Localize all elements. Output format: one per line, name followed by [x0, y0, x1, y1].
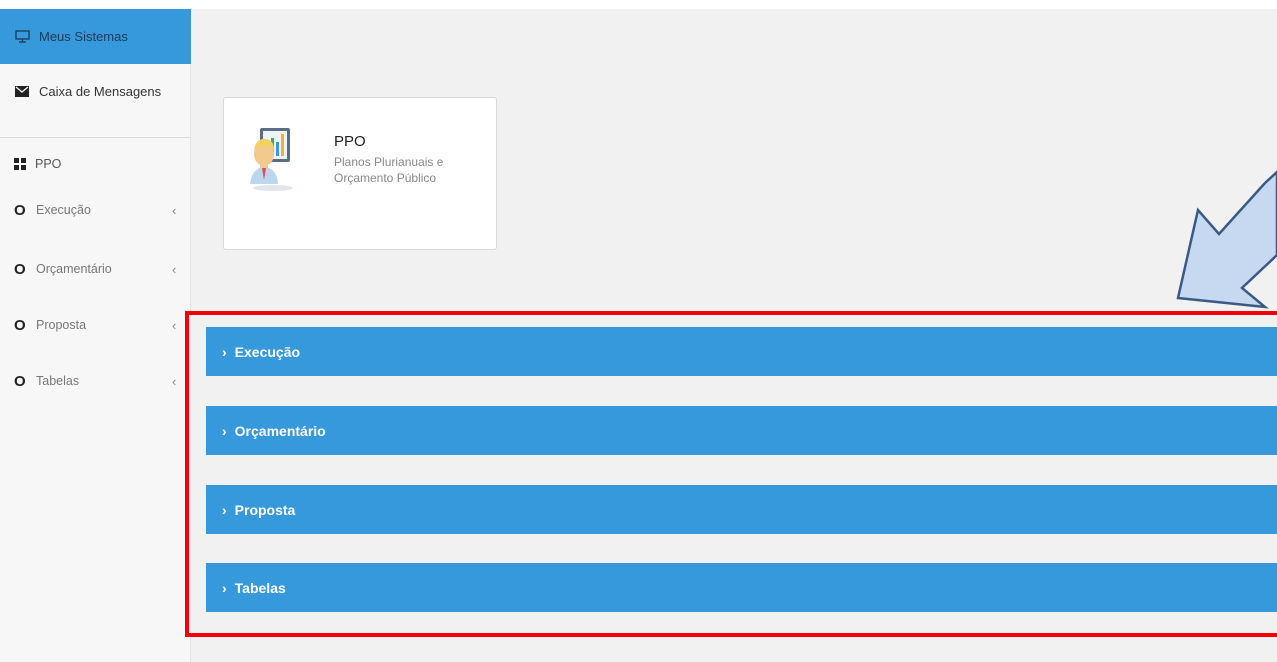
- sidebar-item-orcamentario[interactable]: O Orçamentário ‹: [0, 249, 191, 289]
- accordion-label: Tabelas: [234, 579, 286, 596]
- sidebar-item-label: Caixa de Mensagens: [39, 83, 162, 99]
- sidebar-item-label: Tabelas: [36, 374, 80, 388]
- system-card-ppo[interactable]: PPO Planos Plurianuais e Orçamento Públi…: [223, 97, 497, 250]
- sidebar-item-label: Execução: [36, 203, 91, 217]
- accordion-label: Proposta: [234, 501, 296, 518]
- accordion-orcamentario[interactable]: › Orçamentário: [206, 406, 1277, 455]
- sidebar-divider: [0, 137, 191, 138]
- sidebar-item-tabelas[interactable]: O Tabelas ‹: [0, 361, 191, 401]
- sidebar-item-label: Meus Sistemas: [39, 29, 128, 44]
- chevron-left-icon: ‹: [172, 261, 177, 277]
- circle-icon: O: [14, 372, 26, 390]
- chevron-right-icon: ›: [222, 422, 227, 439]
- chevron-left-icon: ‹: [172, 202, 177, 218]
- sidebar-item-caixa-mensagens[interactable]: Caixa de Mensagens: [0, 64, 191, 118]
- chevron-left-icon: ‹: [172, 317, 177, 333]
- accordion-label: Execução: [234, 343, 301, 360]
- chevron-right-icon: ›: [222, 579, 227, 596]
- accordion-tabelas[interactable]: › Tabelas: [206, 563, 1277, 612]
- accordion-proposta[interactable]: › Proposta: [206, 485, 1277, 534]
- chevron-right-icon: ›: [222, 501, 227, 518]
- envelope-icon: [15, 85, 33, 97]
- sidebar-module-header[interactable]: PPO: [14, 157, 61, 171]
- circle-icon: O: [14, 260, 26, 278]
- module-title: PPO: [35, 157, 62, 171]
- top-strip: [0, 0, 1277, 9]
- chevron-left-icon: ‹: [172, 373, 177, 389]
- circle-icon: O: [14, 316, 26, 334]
- analyst-chart-icon: [250, 128, 293, 191]
- sidebar-item-label: Orçamentário: [36, 262, 112, 276]
- sidebar-item-proposta[interactable]: O Proposta ‹: [0, 305, 191, 345]
- annotation-arrow-icon: [1176, 170, 1277, 309]
- sidebar-item-label: Proposta: [36, 318, 87, 332]
- circle-icon: O: [14, 201, 26, 219]
- accordion-label: Orçamentário: [234, 422, 326, 439]
- card-subtitle: Planos Plurianuais e Orçamento Público: [334, 155, 444, 185]
- card-title: PPO: [334, 133, 366, 150]
- sidebar-item-meus-sistemas[interactable]: Meus Sistemas: [0, 9, 191, 64]
- monitor-icon: [15, 30, 33, 43]
- sidebar-item-execucao[interactable]: O Execução ‹: [0, 190, 191, 230]
- chevron-right-icon: ›: [222, 343, 227, 360]
- grid-icon: [14, 158, 26, 170]
- accordion-execucao[interactable]: › Execução: [206, 327, 1277, 376]
- sidebar: Meus Sistemas Caixa de Mensagens PPO O E…: [0, 9, 191, 662]
